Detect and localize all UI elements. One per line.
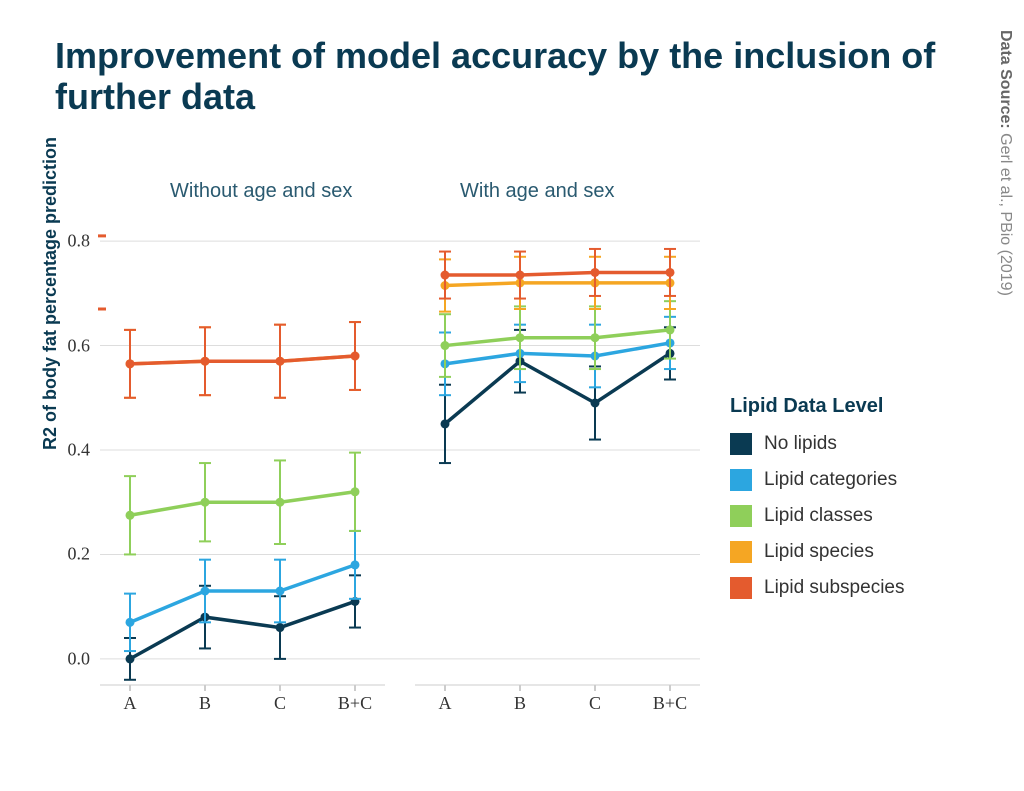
legend-item: Lipid classes [730,505,904,527]
series-line [130,356,355,364]
y-axis-label: R2 of body fat percentage prediction [40,137,61,450]
legend-label: Lipid subspecies [764,577,904,599]
data-point [516,271,525,280]
data-point [126,359,135,368]
legend-swatch [730,433,752,455]
y-tick-label: 0.0 [68,648,91,669]
page-title: Improvement of model accuracy by the inc… [55,35,1024,118]
data-point [441,419,450,428]
legend-label: Lipid species [764,541,874,563]
legend-swatch [730,469,752,491]
data-point [591,268,600,277]
legend-swatch [730,541,752,563]
y-tick-label: 0.4 [68,440,91,461]
legend-title: Lipid Data Level [730,395,904,418]
data-point [126,511,135,520]
x-tick-label: C [274,693,286,714]
series-line [445,343,670,364]
x-tick-label: A [439,693,452,714]
data-point [591,399,600,408]
panel-title-left: Without age and sex [170,180,352,203]
data-point [201,587,210,596]
series-line [130,492,355,516]
series-line [445,353,670,424]
legend-label: Lipid classes [764,505,873,527]
series-line [445,272,670,275]
source-label: Data Source: [997,30,1014,129]
data-point [351,560,360,569]
data-point [666,268,675,277]
legend-label: No lipids [764,433,837,455]
data-point [276,623,285,632]
plot-svg [100,215,700,685]
legend-swatch [730,505,752,527]
x-tick-label: C [589,693,601,714]
y-tick-label: 0.2 [68,544,91,565]
legend-item: Lipid categories [730,469,904,491]
source-value: Gerl et al., PBio (2019) [997,129,1014,296]
data-point [441,341,450,350]
data-point [276,587,285,596]
legend-swatch [730,577,752,599]
series-line [445,283,670,286]
x-tick-label: B [514,693,526,714]
data-point [126,654,135,663]
data-point [201,498,210,507]
x-tick-label: B+C [653,693,687,714]
data-point [201,357,210,366]
y-tick-label: 0.8 [68,231,91,252]
data-point [126,618,135,627]
data-point [441,271,450,280]
x-tick-label: B [199,693,211,714]
legend-item: Lipid subspecies [730,577,904,599]
y-tick-label: 0.6 [68,335,91,356]
chart-area: 0.00.20.40.60.8ABCB+CABCB+C [100,215,700,685]
legend-label: Lipid categories [764,469,897,491]
x-tick-label: A [124,693,137,714]
series-line [445,330,670,346]
data-point [276,498,285,507]
data-point [351,352,360,361]
data-point [276,357,285,366]
data-point [591,333,600,342]
legend: Lipid Data Level No lipids Lipid categori… [730,395,904,613]
x-tick-label: B+C [338,693,372,714]
legend-item: Lipid species [730,541,904,563]
data-source: Data Source: Gerl et al., PBio (2019) [996,30,1014,296]
legend-item: No lipids [730,433,904,455]
data-point [666,325,675,334]
panel-title-right: With age and sex [460,180,615,203]
data-point [516,333,525,342]
data-point [351,487,360,496]
